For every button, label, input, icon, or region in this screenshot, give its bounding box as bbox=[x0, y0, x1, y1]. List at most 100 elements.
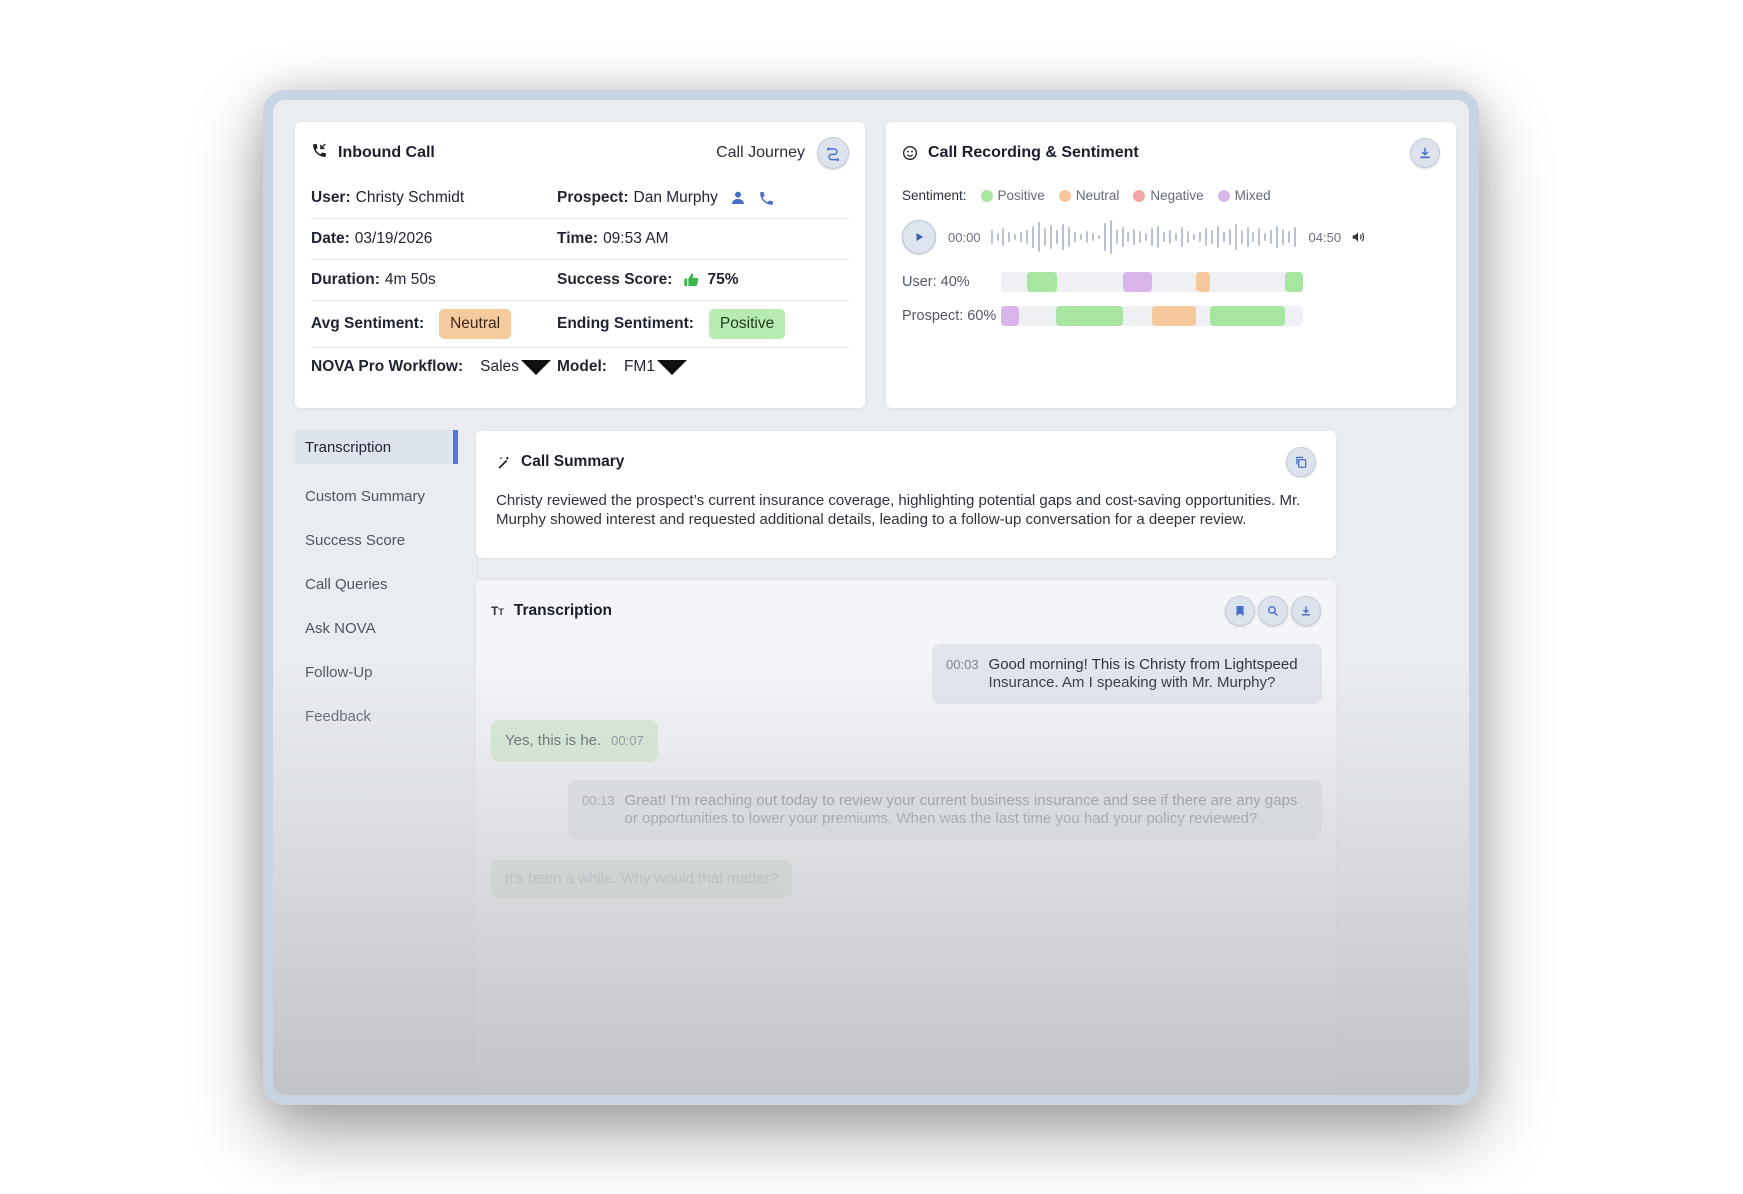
card-title: Call Recording & Sentiment bbox=[928, 144, 1139, 161]
volume-icon[interactable] bbox=[1351, 230, 1365, 244]
legend-dot bbox=[980, 189, 993, 202]
sidebar-item-transcription[interactable]: Transcription bbox=[295, 430, 458, 464]
user-sentiment-label: User: 40% bbox=[902, 274, 970, 290]
download-transcript-button[interactable] bbox=[1291, 596, 1321, 626]
search-transcript-button[interactable] bbox=[1258, 596, 1288, 626]
message-text: Good morning! This is Christy from Light… bbox=[988, 656, 1298, 691]
sentiment-segment bbox=[1056, 306, 1123, 326]
summary-text: Christy reviewed the prospect’s current … bbox=[496, 492, 1301, 528]
phone-icon[interactable] bbox=[758, 190, 775, 207]
waveform-bar bbox=[1073, 232, 1076, 242]
message-text: Great! I’m reaching out today to review … bbox=[624, 792, 1298, 827]
avg-sentiment-badge: Neutral bbox=[439, 309, 512, 339]
message-bubble-prospect: Yes, this is he. 00:07 bbox=[491, 720, 658, 762]
info-row: Avg Sentiment: Neutral Ending Sentiment: P… bbox=[311, 301, 849, 348]
audio-waveform[interactable] bbox=[990, 219, 1297, 255]
call-journey-button[interactable] bbox=[817, 137, 849, 169]
sentiment-legend-label: Sentiment: bbox=[902, 188, 967, 203]
legend-label: Negative bbox=[1150, 188, 1204, 203]
sidebar-item-follow-up[interactable]: Follow-Up bbox=[295, 650, 458, 694]
date-label: Date: bbox=[311, 230, 350, 247]
download-recording-button[interactable] bbox=[1410, 138, 1440, 168]
waveform-bar bbox=[1175, 233, 1178, 241]
transcription-card: TT Transcription 00:03 Good morning! Thi… bbox=[476, 580, 1336, 1095]
legend-item: Negative bbox=[1133, 188, 1204, 203]
prospect-value: Dan Murphy bbox=[633, 189, 718, 206]
model-select[interactable]: FM1 bbox=[624, 358, 687, 376]
waveform-bar bbox=[1282, 229, 1285, 245]
sidebar-item-ask-nova[interactable]: Ask NOVA bbox=[295, 606, 458, 650]
success-score-value: 75% bbox=[707, 271, 739, 288]
recording-card: Call Recording & Sentiment Sentiment: Po… bbox=[886, 122, 1456, 408]
user-sentiment-track bbox=[1001, 272, 1303, 292]
user-sentiment-row: User: 40% bbox=[902, 265, 1440, 299]
model-value: FM1 bbox=[623, 358, 655, 375]
message-bubble-agent: 00:13 Great! I’m reaching out today to r… bbox=[568, 780, 1322, 840]
copy-summary-button[interactable] bbox=[1286, 447, 1316, 477]
waveform-bar bbox=[1258, 228, 1261, 246]
sidebar-item-call-queries[interactable]: Call Queries bbox=[295, 562, 458, 606]
waveform-bar bbox=[1151, 228, 1154, 246]
time-label: Time: bbox=[557, 230, 599, 247]
waveform-bar bbox=[1288, 231, 1291, 243]
waveform-bar bbox=[1234, 224, 1237, 250]
card-title: Inbound Call bbox=[338, 144, 435, 161]
legend-dot bbox=[1133, 189, 1146, 202]
bookmark-button[interactable] bbox=[1225, 596, 1255, 626]
current-time: 00:00 bbox=[948, 229, 981, 245]
workflow-select[interactable]: Sales bbox=[480, 358, 551, 376]
date-value: 03/19/2026 bbox=[354, 230, 433, 247]
message-text: Yes, this is he. bbox=[505, 732, 602, 749]
waveform-bar bbox=[1050, 225, 1053, 249]
legend-label: Positive bbox=[997, 188, 1045, 203]
sentiment-segment bbox=[1196, 272, 1210, 292]
user-value: Christy Schmidt bbox=[355, 189, 465, 206]
model-label: Model: bbox=[557, 358, 607, 375]
download-icon bbox=[1420, 147, 1430, 159]
success-score-label: Success Score: bbox=[557, 271, 673, 288]
waveform-bar bbox=[1187, 231, 1189, 243]
message-bubble-agent: 00:03 Good morning! This is Christy from… bbox=[932, 644, 1322, 704]
message-bubble-prospect: It’s been a while. Why would that matter… bbox=[491, 860, 793, 898]
info-row: Date: 03/19/2026 Time: 09:53 AM bbox=[311, 219, 849, 260]
waveform-bar bbox=[1103, 223, 1106, 251]
bookmark-icon bbox=[1236, 606, 1244, 616]
waveform-bar bbox=[1294, 227, 1297, 247]
inbound-call-icon bbox=[311, 142, 328, 164]
search-icon bbox=[1268, 606, 1278, 616]
waveform-bar bbox=[1270, 230, 1273, 244]
sidebar-item-feedback[interactable]: Feedback bbox=[295, 694, 458, 738]
message-timestamp: 00:13 bbox=[582, 793, 615, 808]
waveform-bar bbox=[996, 233, 999, 241]
waveform-bar bbox=[1038, 222, 1041, 252]
play-button[interactable] bbox=[902, 220, 936, 254]
thumbs-up-icon bbox=[683, 272, 699, 288]
waveform-bar bbox=[1097, 235, 1100, 239]
waveform-bar bbox=[1145, 233, 1148, 241]
sidebar-item-custom-summary[interactable]: Custom Summary bbox=[295, 474, 458, 518]
ending-sentiment-label: Ending Sentiment: bbox=[557, 315, 694, 332]
waveform-bar bbox=[1169, 230, 1172, 244]
person-icon[interactable] bbox=[730, 190, 746, 206]
waveform-bar bbox=[1252, 232, 1255, 242]
waveform-bar bbox=[1276, 226, 1279, 248]
legend-label: Neutral bbox=[1075, 188, 1120, 203]
waveform-bar bbox=[1264, 233, 1267, 241]
waveform-bar bbox=[1163, 232, 1166, 242]
waveform-bar bbox=[1061, 224, 1064, 250]
waveform-bar bbox=[1210, 230, 1213, 244]
sidebar-item-success-score[interactable]: Success Score bbox=[295, 518, 458, 562]
play-icon bbox=[916, 233, 923, 241]
card-title: Call Summary bbox=[521, 453, 625, 470]
waveform-bar bbox=[1228, 229, 1231, 245]
chevron-down-icon bbox=[520, 359, 551, 375]
prospect-label: Prospect: bbox=[557, 189, 629, 206]
waveform-bar bbox=[1222, 232, 1225, 242]
legend-item: Neutral bbox=[1058, 188, 1120, 203]
waveform-bar bbox=[1002, 228, 1005, 246]
text-size-icon: TT bbox=[491, 604, 504, 618]
prospect-sentiment-track bbox=[1001, 306, 1303, 326]
sentiment-segment bbox=[1152, 306, 1196, 326]
info-row: NOVA Pro Workflow: Sales Model: FM1 bbox=[311, 348, 849, 386]
time-value: 09:53 AM bbox=[603, 230, 669, 247]
